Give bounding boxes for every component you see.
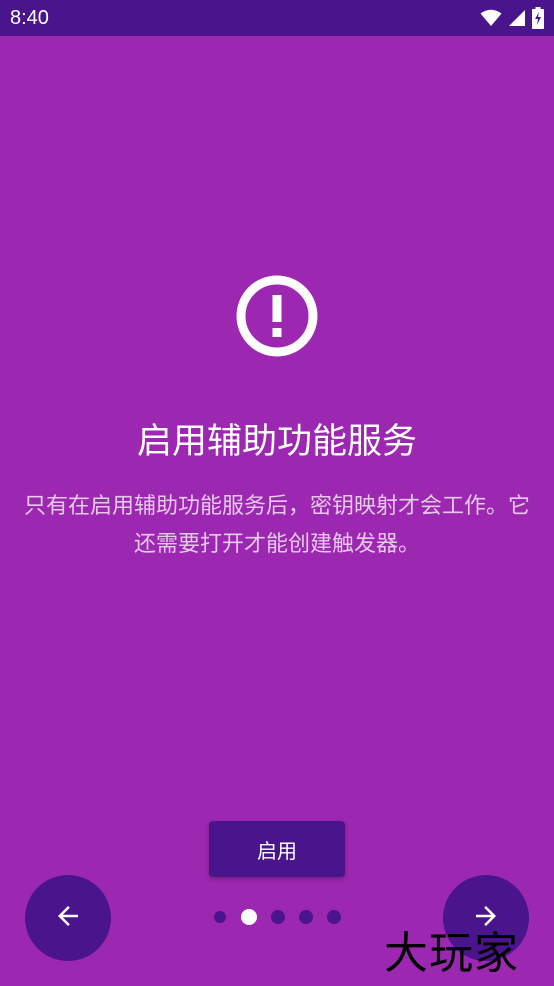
page-dot [271, 910, 285, 924]
wifi-icon [480, 9, 502, 27]
battery-charging-icon [532, 7, 544, 29]
status-time: 8:40 [10, 7, 49, 29]
previous-button[interactable] [25, 875, 111, 961]
page-dot [299, 910, 313, 924]
signal-icon [508, 9, 526, 27]
page-dot-active [241, 909, 257, 925]
enable-button[interactable]: 启用 [209, 821, 345, 877]
onboarding-screen: 8:40 启用辅助功能服务 只有在启用辅助功能服务后，密钥映射才会工作。它还需要… [0, 0, 554, 986]
status-icons [480, 7, 544, 29]
slide-description: 只有在启用辅助功能服务后，密钥映射才会工作。它还需要打开才能创建触发器。 [23, 494, 530, 557]
page-indicator [214, 909, 355, 925]
watermark: 大玩家 [384, 928, 519, 979]
alert-circle-icon [236, 275, 318, 357]
page-dot [214, 911, 226, 923]
page-dot [327, 910, 341, 924]
status-bar: 8:40 [0, 0, 554, 36]
slide-title: 启用辅助功能服务 [136, 422, 417, 462]
arrow-left-icon [53, 901, 83, 935]
